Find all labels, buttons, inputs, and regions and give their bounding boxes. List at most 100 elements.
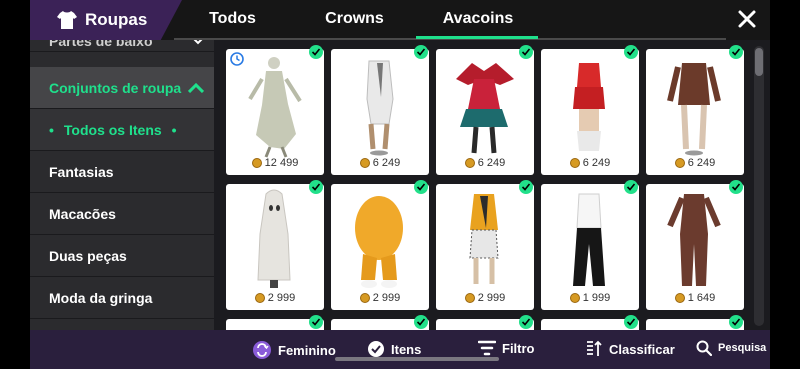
items-label: Itens xyxy=(391,341,422,357)
filter-button[interactable]: Filtro xyxy=(478,340,535,356)
item-card[interactable]: 6 249 xyxy=(436,45,534,175)
item-price-row: 6 249 xyxy=(646,157,744,169)
tab-active-indicator xyxy=(416,36,538,39)
item-price-row: 1 649 xyxy=(646,292,744,304)
item-price-row: 2 999 xyxy=(226,292,324,304)
sidebar-item-label: Duas peças xyxy=(49,247,127,264)
bullet-dot-icon: • xyxy=(171,121,177,138)
owned-check-icon xyxy=(519,45,533,59)
item-price-row: 6 249 xyxy=(541,157,639,169)
item-card[interactable]: 1 999 xyxy=(541,180,639,310)
owned-check-icon xyxy=(519,315,533,329)
sidebar-item-label: Todos os Itens xyxy=(63,121,162,138)
filter-icon xyxy=(478,340,496,356)
coin-icon xyxy=(569,293,580,303)
item-price-row: 2 999 xyxy=(331,292,429,304)
chevron-down-icon xyxy=(194,40,202,44)
owned-check-icon xyxy=(624,45,638,59)
outfit-image xyxy=(456,63,514,154)
item-price-row: 6 249 xyxy=(331,157,429,169)
item-price-row: 6 249 xyxy=(436,157,534,169)
outfit-image xyxy=(355,196,403,288)
home-indicator xyxy=(335,357,499,361)
grid-scrollbar[interactable] xyxy=(754,46,764,326)
item-card[interactable]: 2 999 xyxy=(226,180,324,310)
item-price: 2 999 xyxy=(372,292,401,304)
items-button[interactable]: Itens xyxy=(367,340,421,358)
item-price: 6 249 xyxy=(582,157,611,169)
tab-todos[interactable]: Todos xyxy=(195,10,270,28)
sidebar-item-partes-de-baixo[interactable]: Partes de baixo xyxy=(30,40,214,52)
owned-check-icon xyxy=(729,180,743,194)
item-price-row: 1 999 xyxy=(541,292,639,304)
tab-crowns[interactable]: Crowns xyxy=(317,10,392,28)
item-price: 1 999 xyxy=(582,292,611,304)
coin-icon xyxy=(254,293,265,303)
outfit-image xyxy=(257,189,291,288)
category-sidebar: Partes de baixo Conjuntos de roupa • Tod… xyxy=(30,40,214,330)
gender-swap-icon xyxy=(253,341,271,359)
item-price: 2 999 xyxy=(477,292,506,304)
tab-avacoins[interactable]: Avacoins xyxy=(436,10,520,28)
search-icon xyxy=(696,340,712,356)
item-price: 1 649 xyxy=(687,292,716,304)
filter-label: Filtro xyxy=(502,340,535,356)
owned-check-icon xyxy=(309,180,323,194)
item-card[interactable] xyxy=(331,315,429,330)
item-card[interactable]: 2 999 xyxy=(436,180,534,310)
sidebar-item-next[interactable] xyxy=(30,319,214,330)
screen-edge-left xyxy=(0,0,30,369)
bullet-dot-icon: • xyxy=(49,121,54,138)
item-card[interactable]: 6 249 xyxy=(541,45,639,175)
item-price: 6 249 xyxy=(372,157,401,169)
sidebar-item-moda-da-gringa[interactable]: Moda da gringa xyxy=(30,277,214,319)
item-card[interactable]: 2 999 xyxy=(331,180,429,310)
item-card[interactable] xyxy=(646,315,744,330)
coin-icon xyxy=(359,293,370,303)
item-card[interactable]: 12 499 xyxy=(226,45,324,175)
coin-icon xyxy=(464,158,475,168)
screen-edge-right xyxy=(770,0,800,369)
outfit-image xyxy=(366,60,394,156)
owned-check-icon xyxy=(414,315,428,329)
gender-toggle-button[interactable]: Feminino xyxy=(252,340,336,360)
sidebar-item-macacoes[interactable]: Macacões xyxy=(30,193,214,235)
owned-check-icon xyxy=(519,180,533,194)
scroll-thumb[interactable] xyxy=(755,48,763,76)
item-card[interactable]: 6 249 xyxy=(331,45,429,175)
close-icon[interactable] xyxy=(736,8,758,30)
outfit-image xyxy=(667,63,721,156)
owned-check-icon xyxy=(309,315,323,329)
item-card[interactable]: 1 649 xyxy=(646,180,744,310)
check-circle-icon xyxy=(368,341,384,357)
search-button[interactable]: Pesquisa xyxy=(696,340,766,356)
item-card[interactable]: 6 249 xyxy=(646,45,744,175)
owned-check-icon xyxy=(729,315,743,329)
sidebar-item-label: Macacões xyxy=(49,205,116,222)
item-grid: 12 499 6 249 6 249 6 249 6 249 2 999 2 9… xyxy=(214,40,770,330)
item-price-row: 2 999 xyxy=(436,292,534,304)
outfit-image xyxy=(573,63,605,151)
sidebar-item-label: Fantasias xyxy=(49,163,114,180)
sort-icon xyxy=(587,340,602,356)
chevron-up-icon xyxy=(188,82,204,93)
item-card[interactable] xyxy=(541,315,639,330)
sidebar-item-todos-os-itens[interactable]: • Todos os Itens • xyxy=(30,109,214,151)
item-card[interactable] xyxy=(226,315,324,330)
gender-toggle-label: Feminino xyxy=(278,342,336,358)
sidebar-item-fantasias[interactable]: Fantasias xyxy=(30,151,214,193)
sidebar-item-conjuntos-de-roupa[interactable]: Conjuntos de roupa xyxy=(30,67,214,109)
item-price-row: 12 499 xyxy=(226,157,324,169)
sidebar-item-duas-pecas[interactable]: Duas peças xyxy=(30,235,214,277)
sidebar-item-label: Conjuntos de roupa xyxy=(49,79,182,96)
outfit-image xyxy=(667,194,721,286)
item-card[interactable] xyxy=(436,315,534,330)
sort-button[interactable]: Classificar xyxy=(585,340,675,358)
owned-check-icon xyxy=(309,45,323,59)
item-price: 6 249 xyxy=(477,157,506,169)
owned-check-icon xyxy=(414,180,428,194)
item-price: 6 249 xyxy=(687,157,716,169)
coin-icon xyxy=(674,293,685,303)
owned-check-icon xyxy=(729,45,743,59)
sort-label: Classificar xyxy=(609,341,675,357)
